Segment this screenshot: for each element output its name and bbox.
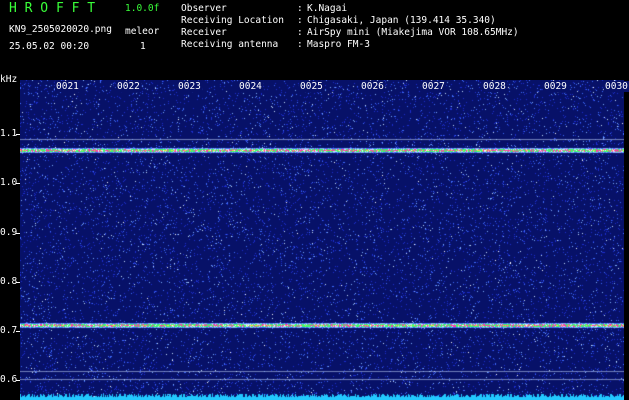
info-colon: : <box>297 27 303 38</box>
info-row-receiver: Receiver: AirSpy mini (Miakejima VOR 108.… <box>181 27 519 39</box>
y-tick-label: 1.0 <box>0 177 18 189</box>
y-tick-mark <box>16 281 20 283</box>
spectrogram-canvas <box>20 80 624 400</box>
app-version: 1.0.0f <box>125 3 160 14</box>
time-label: 0022 <box>116 81 141 92</box>
time-label: 0023 <box>177 81 202 92</box>
y-tick-mark <box>16 232 20 234</box>
hrofft-window: H R O F F T 1.0.0f KN9_2505020020.png me… <box>0 0 629 400</box>
info-value: K.Nagai <box>307 3 348 14</box>
time-label: 0029 <box>543 81 568 92</box>
mode-value: 1 <box>140 41 146 52</box>
y-tick-mark <box>16 134 20 136</box>
info-colon: : <box>297 15 303 26</box>
info-value: Chigasaki, Japan (139.414 35.340) <box>307 15 496 26</box>
info-colon: : <box>297 3 303 14</box>
spectrogram-plot <box>20 80 624 400</box>
info-key: Observer <box>181 3 227 14</box>
time-label: 0030 <box>604 81 629 92</box>
y-tick-mark <box>16 331 20 333</box>
y-tick-mark <box>16 380 20 382</box>
info-key: Receiving Location <box>181 15 284 26</box>
time-label: 0025 <box>299 81 324 92</box>
info-row-observer: Observer: K.Nagai <box>181 3 347 15</box>
app-title: H R O F F T <box>9 1 96 16</box>
info-value: Maspro FM-3 <box>307 39 370 50</box>
time-label: 0026 <box>360 81 385 92</box>
time-label: 0024 <box>238 81 263 92</box>
y-tick-label: 0.6 <box>0 374 18 386</box>
time-label: 0028 <box>482 81 507 92</box>
y-tick-label: 0.7 <box>0 325 18 337</box>
time-label: 0021 <box>55 81 80 92</box>
y-tick-label: 1.1 <box>0 128 18 140</box>
time-label: 0027 <box>421 81 446 92</box>
file-name: KN9_2505020020.png <box>9 24 112 35</box>
info-row-antenna: Receiving antenna: Maspro FM-3 <box>181 39 370 51</box>
y-axis-unit: kHz <box>0 74 18 85</box>
info-key: Receiving antenna <box>181 39 279 50</box>
info-key: Receiver <box>181 27 227 38</box>
info-colon: : <box>297 39 303 50</box>
capture-datetime: 25.05.02 00:20 <box>9 41 90 52</box>
y-tick-label: 0.8 <box>0 275 18 287</box>
y-tick-mark <box>16 183 20 185</box>
info-row-location: Receiving Location: Chigasaki, Japan (139… <box>181 15 496 27</box>
mode-label: meleor <box>125 26 160 37</box>
info-value: AirSpy mini (Miakejima VOR 108.65MHz) <box>307 27 519 38</box>
y-tick-label: 0.9 <box>0 226 18 238</box>
